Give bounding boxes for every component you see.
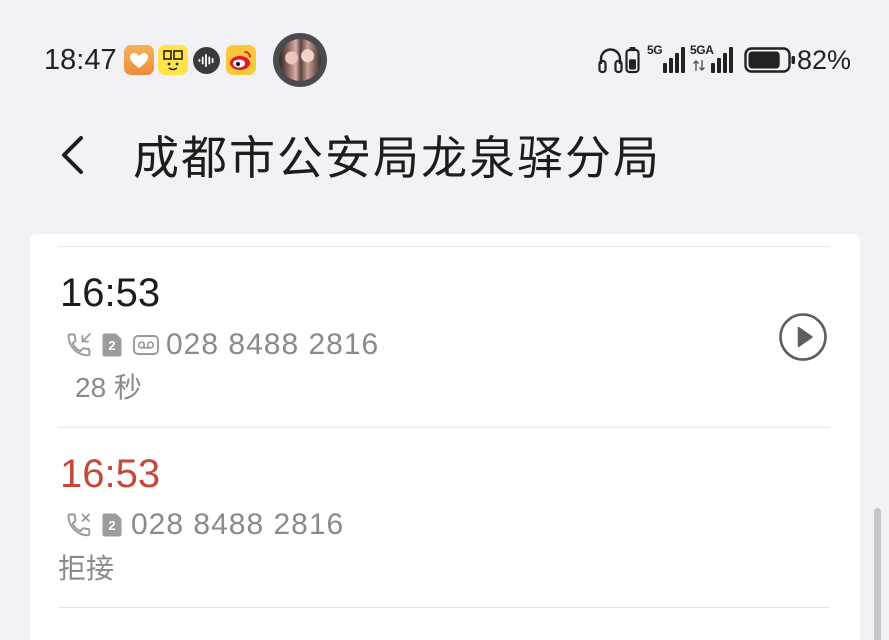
voice-app-icon (193, 47, 220, 74)
page-title: 成都市公安局龙泉驿分局 (133, 132, 661, 184)
sim-2-badge: 2 (102, 333, 122, 357)
phone-number: 028 8488 2816 (131, 508, 345, 541)
avatar-icon (273, 33, 327, 87)
signal-2-bars-icon (711, 47, 733, 73)
xianyu-app-icon (158, 45, 188, 75)
data-activity-icon (693, 60, 705, 71)
sim-2-badge: 2 (102, 513, 122, 537)
sim-number: 2 (108, 338, 116, 353)
call-duration: 28 秒 (75, 372, 142, 403)
battery-icon (744, 47, 795, 73)
sim-number: 2 (108, 518, 116, 533)
call-history-card: 16:53 2 028 8488 2816 28 秒 16:53 2 028 8… (30, 234, 860, 640)
headphone-battery-icon (625, 47, 640, 74)
incoming-call-icon (67, 333, 91, 357)
signal-2-label: 5GA (690, 43, 714, 57)
headphones-icon (598, 48, 623, 74)
call-log-entry[interactable]: 16:53 2 028 8488 2816 拒接 (30, 428, 860, 607)
weibo-app-icon (226, 45, 256, 75)
call-time: 16:53 (60, 271, 161, 315)
play-icon[interactable] (779, 313, 827, 361)
phone-number: 028 8488 2816 (166, 328, 380, 361)
voicemail-icon (133, 335, 159, 355)
signal-1-bars-icon (663, 47, 685, 73)
scrollbar[interactable] (874, 508, 881, 640)
chevron-left-icon[interactable] (56, 133, 88, 177)
divider (58, 607, 830, 608)
signal-1-label: 5G (647, 43, 663, 57)
call-time: 16:53 (60, 452, 161, 496)
call-status: 拒接 (58, 553, 115, 584)
heart-app-icon (124, 45, 154, 75)
avatar-photo (279, 39, 321, 81)
status-time: 18:47 (44, 44, 117, 76)
rejected-call-icon (67, 513, 91, 537)
call-log-entry[interactable]: 16:53 2 028 8488 2816 28 秒 (30, 247, 860, 427)
battery-percent: 82% (797, 45, 852, 75)
